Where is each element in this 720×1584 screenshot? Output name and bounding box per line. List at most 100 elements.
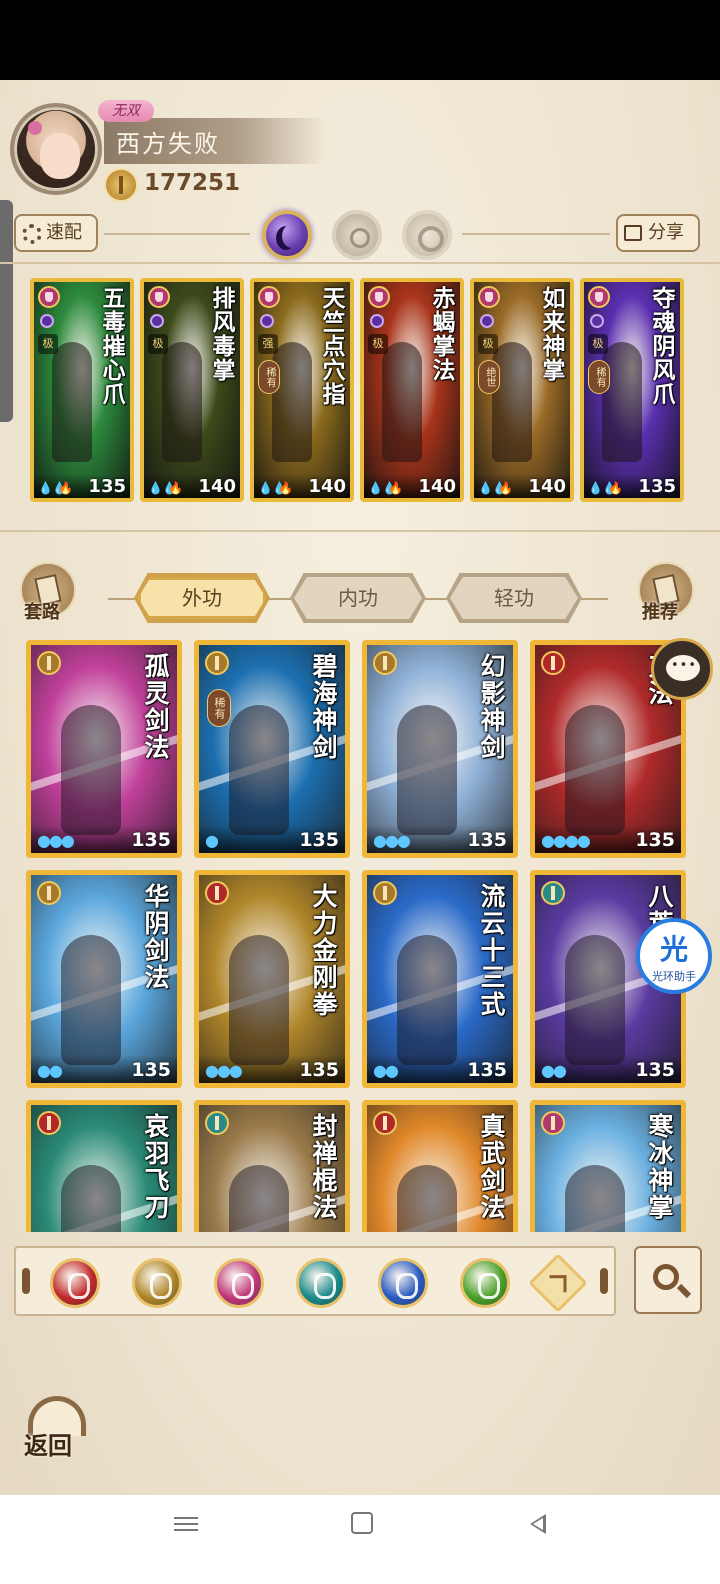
- character-figure: [229, 705, 289, 835]
- system-nav-bar: [0, 1495, 720, 1584]
- gear-icon: [22, 224, 42, 244]
- skill-level: 140: [418, 476, 456, 497]
- character-figure: [162, 342, 202, 462]
- character-figure: [397, 1165, 457, 1232]
- grade-badge: 极: [588, 334, 608, 354]
- equipped-skill-card[interactable]: 极 稀有 夺魂阴风爪 💧💧 🔥 135: [580, 278, 684, 502]
- scroll-left-handle[interactable]: [22, 1268, 30, 1294]
- tab-lightness[interactable]: 轻功: [450, 577, 578, 619]
- divider: [462, 233, 610, 235]
- helper-floating-button[interactable]: 光 光环助手: [636, 918, 712, 994]
- moon-icon: [260, 314, 274, 328]
- equipped-skill-card[interactable]: 强 稀有 天竺点穴指 💧💧 🔥 140: [250, 278, 354, 502]
- player-name: 西方失败: [116, 130, 220, 158]
- skill-card[interactable]: 稀有 碧海神剑 ● 135: [194, 640, 350, 858]
- moon-orb-button[interactable]: [262, 210, 312, 260]
- skill-name: 寒冰神掌: [645, 1113, 674, 1221]
- loadout-label: 套路: [24, 602, 60, 623]
- moon-icon: [370, 314, 384, 328]
- sword-type-icon: [37, 881, 61, 905]
- grade-badge: 极: [148, 334, 168, 354]
- search-button[interactable]: [634, 1246, 702, 1314]
- status-bar: [0, 0, 720, 80]
- skill-name: 华阴剑法: [141, 883, 170, 991]
- share-button[interactable]: 分享: [616, 214, 700, 252]
- palm-icon: [148, 286, 170, 308]
- equipped-skill-card[interactable]: 极 赤蝎掌法 💧💧 🔥 140: [360, 278, 464, 502]
- quick-config-button[interactable]: 速配: [14, 214, 98, 252]
- skill-level: 135: [131, 1059, 171, 1081]
- skill-card[interactable]: 哀羽飞刀: [26, 1100, 182, 1232]
- flame-icon: 🔥: [168, 481, 183, 495]
- skill-level: 135: [467, 829, 507, 851]
- sword-type-icon: [205, 881, 229, 905]
- equipped-skill-card[interactable]: 极 绝世 如来神掌 💧💧 🔥 140: [470, 278, 574, 502]
- equipped-skill-card[interactable]: 极 排风毒掌 💧💧 🔥 140: [140, 278, 244, 502]
- helper-logo: 光: [659, 933, 688, 966]
- chat-button[interactable]: [651, 638, 713, 700]
- flame-icon: 🔥: [278, 481, 293, 495]
- character-figure: [397, 935, 457, 1065]
- rarity-badge: 稀有: [207, 689, 231, 727]
- water-drop-icon: ●●●●: [541, 831, 591, 850]
- power-icon: [104, 168, 138, 202]
- skill-name: 孤灵剑法: [141, 653, 170, 761]
- tab-external[interactable]: 外功: [138, 577, 266, 619]
- skill-card[interactable]: 真武剑法: [362, 1100, 518, 1232]
- water-drop-icon: ●●: [373, 1061, 399, 1080]
- equipped-skill-card[interactable]: 极 五毒摧心爪 💧💧 🔥 135: [30, 278, 134, 502]
- search-icon-handle: [676, 1283, 692, 1299]
- skill-card[interactable]: 幻影神剑 ●●● 135: [362, 640, 518, 858]
- recommend-label: 推荐: [642, 602, 678, 623]
- fan-filter-button[interactable]: [296, 1258, 346, 1308]
- skill-card[interactable]: 流云十三式 ●● 135: [362, 870, 518, 1088]
- recent-apps-icon[interactable]: [174, 1513, 198, 1535]
- water-drop-icon: ●●●: [205, 1061, 243, 1080]
- skill-name: 哀羽飞刀: [141, 1113, 170, 1221]
- grade-badge: 极: [38, 334, 58, 354]
- skill-level: 135: [299, 829, 339, 851]
- blade-filter-button[interactable]: [50, 1258, 100, 1308]
- back-label: 返回: [24, 1431, 72, 1460]
- share-icon: [624, 225, 642, 241]
- scroll-right-handle[interactable]: [600, 1268, 608, 1294]
- yin-yang-filter-button[interactable]: [378, 1258, 428, 1308]
- skill-card[interactable]: 孤灵剑法 ●●● 135: [26, 640, 182, 858]
- home-icon[interactable]: [351, 1512, 373, 1534]
- whip-filter-button[interactable]: [460, 1258, 510, 1308]
- avatar[interactable]: [10, 103, 102, 195]
- back-nav-icon[interactable]: [526, 1512, 548, 1534]
- skill-name: 排风毒掌: [208, 286, 235, 382]
- palm-filter-button[interactable]: [214, 1258, 264, 1308]
- sword-type-icon: [541, 1111, 565, 1135]
- power-value: 177251: [144, 170, 241, 196]
- skill-name: 碧海神剑: [309, 653, 338, 761]
- tab-internal[interactable]: 内功: [294, 577, 422, 619]
- skill-name: 流云十三式: [477, 883, 506, 1018]
- palm-icon: [368, 286, 390, 308]
- back-button[interactable]: 返回: [20, 1390, 96, 1460]
- skill-grid: 孤灵剑法 ●●● 135 稀有 碧海神剑 ● 135 幻影神剑 ●●● 135 …: [0, 636, 720, 1232]
- flame-icon: 🔥: [58, 481, 73, 495]
- skill-level: 135: [131, 829, 171, 851]
- grade-badge: 强: [258, 334, 278, 354]
- character-figure: [397, 705, 457, 835]
- skill-card[interactable]: 大力金刚拳 ●●● 135: [194, 870, 350, 1088]
- sword-filter-button[interactable]: [132, 1258, 182, 1308]
- moon-icon: [150, 314, 164, 328]
- skill-name: 五毒摧心爪: [98, 286, 125, 406]
- character-figure: [492, 342, 532, 462]
- sword-type-icon: [37, 651, 61, 675]
- sword-type-icon: [541, 651, 565, 675]
- moon-icon: [40, 314, 54, 328]
- ring-orb-button[interactable]: [402, 210, 452, 260]
- water-drop-icon: ●●●: [373, 831, 411, 850]
- skill-card[interactable]: 封禅棍法: [194, 1100, 350, 1232]
- sword-type-icon: [37, 1111, 61, 1135]
- character-figure: [565, 705, 625, 835]
- avatar-face: [40, 133, 80, 179]
- skill-card[interactable]: 寒冰神掌: [530, 1100, 686, 1232]
- sun-orb-button[interactable]: [332, 210, 382, 260]
- skill-card[interactable]: 华阴剑法 ●● 135: [26, 870, 182, 1088]
- skill-level: 140: [308, 476, 346, 497]
